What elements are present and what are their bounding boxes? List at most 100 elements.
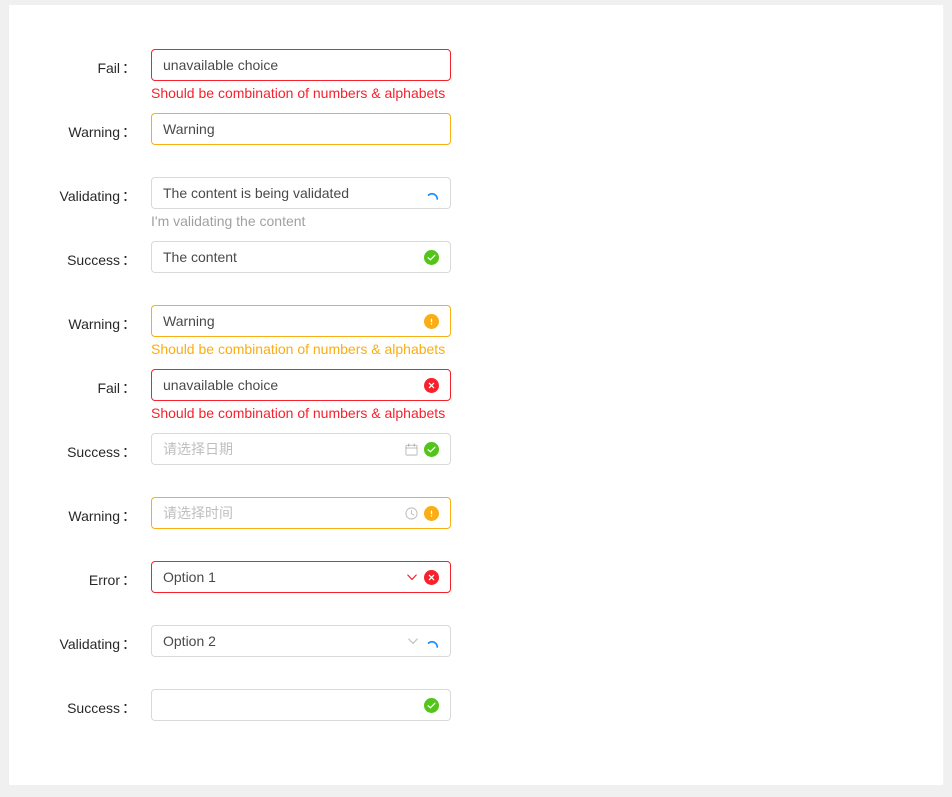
form-item-control: Option 1 [151,561,451,593]
label-text: Validating [60,188,120,204]
label-text: Fail [97,380,120,396]
select-validating[interactable]: Option 2 [151,625,451,657]
field-value: The content is being validated [163,178,419,208]
label-text: Warning [68,508,120,524]
form-item-label: Validating： [9,625,144,655]
input-validating[interactable]: The content is being validated [151,177,451,209]
form-item-control: unavailable choiceShould be combination … [151,369,451,424]
label-colon: ： [122,60,136,76]
label-colon: ： [122,444,136,460]
field-value: Warning [163,114,439,144]
label-colon: ： [122,316,136,332]
label-colon: ： [122,508,136,524]
select-value: Option 2 [163,626,401,656]
field-suffix [424,378,439,393]
form-item-help-text: I'm validating the content [151,209,451,232]
form-item-help-text: Should be combination of numbers & alpha… [151,337,451,360]
form-item-label: Fail： [9,49,144,79]
form-item-label: Success： [9,241,144,271]
input-warning[interactable]: Warning [151,113,451,145]
label-colon: ： [122,380,136,396]
form-item-control: Warning [151,113,451,145]
form-item-control: WarningShould be combination of numbers … [151,305,451,360]
clock-icon[interactable] [405,507,418,520]
label-text: Success [67,700,120,716]
field-value: 请选择日期 [163,434,399,464]
input-error[interactable]: unavailable choice [151,369,451,401]
field-value: unavailable choice [163,50,439,80]
form-item-warning-1: Warning： Warning [9,113,943,145]
form-item-help-text: Should be combination of numbers & alpha… [151,81,451,104]
label-colon: ： [122,188,136,204]
form-item-success-6: Success： 请选择日期 [9,433,943,465]
form-item-control [151,689,451,721]
loading-spinner-icon [425,634,439,648]
label-colon: ： [122,124,136,140]
form-item-help-text: Should be combination of numbers & alpha… [151,401,451,424]
form-item-control: unavailable choiceShould be combination … [151,49,451,104]
label-colon: ： [122,252,136,268]
input-success[interactable]: The content [151,241,451,273]
field-value: 请选择时间 [163,498,399,528]
form-item-validating-9: Validating： Option 2 [9,625,943,657]
label-colon: ： [122,572,136,588]
field-suffix [407,634,439,648]
chevron-down-icon[interactable] [406,571,418,583]
label-text: Error [89,572,120,588]
datepicker-success[interactable]: 请选择日期 [151,433,451,465]
form-item-label: Warning： [9,497,144,527]
select-error[interactable]: Option 1 [151,561,451,593]
form-item-warning-7: Warning： 请选择时间 [9,497,943,529]
calendar-icon[interactable] [405,443,418,456]
label-text: Warning [68,316,120,332]
form-item-label: Success： [9,689,144,719]
form-item-success-10: Success： [9,689,943,721]
loading-spinner-icon [425,186,439,200]
form-item-label: Validating： [9,177,144,207]
close-circle-icon [424,378,439,393]
label-colon: ： [122,700,136,716]
exclamation-circle-icon [424,506,439,521]
form-item-label: Warning： [9,305,144,335]
close-circle-icon [424,570,439,585]
label-text: Fail [97,60,120,76]
field-suffix [424,314,439,329]
field-value: unavailable choice [163,370,418,400]
check-circle-icon [424,698,439,713]
form-item-fail-0: Fail：unavailable choiceShould be combina… [9,49,943,104]
field-suffix [405,442,439,457]
field-suffix [406,570,439,585]
label-text: Validating [60,636,120,652]
form-item-success-3: Success： The content [9,241,943,273]
form-item-control: Option 2 [151,625,451,657]
label-text: Success [67,444,120,460]
form-item-label: Error： [9,561,144,591]
input-success[interactable] [151,689,451,721]
form-item-control: The content is being validatedI'm valida… [151,177,451,232]
form-item-control: 请选择时间 [151,497,451,529]
field-suffix [424,250,439,265]
check-circle-icon [424,250,439,265]
label-colon: ： [122,636,136,652]
field-suffix [424,698,439,713]
label-text: Success [67,252,120,268]
timepicker-warning[interactable]: 请选择时间 [151,497,451,529]
field-suffix [425,186,439,200]
input-warning[interactable]: Warning [151,305,451,337]
form-item-label: Warning： [9,113,144,143]
select-value: Option 1 [163,562,400,592]
chevron-down-icon[interactable] [407,635,419,647]
input-error[interactable]: unavailable choice [151,49,451,81]
field-value: The content [163,242,418,272]
exclamation-circle-icon [424,314,439,329]
form-item-warning-4: Warning：WarningShould be combination of … [9,305,943,360]
form-item-control: 请选择日期 [151,433,451,465]
field-value: Warning [163,306,418,336]
field-suffix [405,506,439,521]
form-item-label: Fail： [9,369,144,399]
check-circle-icon [424,442,439,457]
form-item-fail-5: Fail：unavailable choiceShould be combina… [9,369,943,424]
form-item-error-8: Error： Option 1 [9,561,943,593]
form-item-label: Success： [9,433,144,463]
form-item-validating-2: Validating：The content is being validate… [9,177,943,232]
